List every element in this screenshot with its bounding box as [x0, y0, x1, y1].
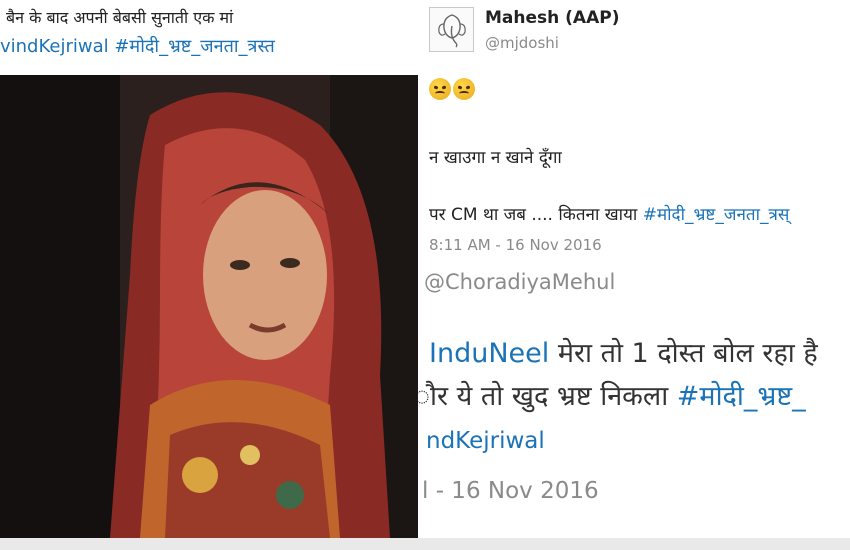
reply-line-2: ौर ये तो खुद भ्रष्ट निकला #मोदी_भ्रष्ट_: [418, 376, 806, 413]
reply-timestamp[interactable]: l - 16 Nov 2016: [422, 478, 599, 504]
reply-mention[interactable]: @ChoradiyaMehul: [424, 270, 615, 294]
author-handle[interactable]: @mjdoshi: [485, 34, 559, 52]
tweet-text: पर CM था जब .... कितना खाया: [429, 205, 643, 225]
author-name[interactable]: Mahesh (AAP): [485, 8, 619, 28]
tweet-timestamp[interactable]: 8:11 AM - 16 Nov 2016: [429, 236, 602, 254]
angry-emoji-pair: [429, 78, 475, 100]
tweet-text-line-1: न खाउगा न खाने दूँगा: [429, 148, 562, 168]
reply-text: ौर ये तो खुद भ्रष्ट निकला: [418, 381, 677, 412]
left-panel: बैन के बाद अपनी बेबसी सुनाती एक मां vind…: [0, 0, 418, 550]
angry-face-icon: [429, 78, 451, 100]
woman-photo-illustration: [0, 75, 418, 538]
hashtag-link[interactable]: #मोदी_भ्रष्ट_जनता_त्रस्: [643, 205, 790, 225]
caption-line-1: बैन के बाद अपनी बेबसी सुनाती एक मां: [6, 8, 234, 27]
news-photo: [0, 75, 418, 538]
reply-line-3-hashtag[interactable]: ndKejriwal: [426, 428, 545, 454]
ganesha-logo-icon: [437, 13, 466, 47]
tweet-panel: Mahesh (AAP) @mjdoshi न खाउगा न खाने दूँ…: [418, 0, 850, 538]
avatar[interactable]: [429, 7, 474, 52]
caption-hashtags[interactable]: vindKejriwal #मोदी_भ्रष्ट_जनता_त्रस्त: [0, 34, 275, 58]
angry-face-icon: [453, 78, 475, 100]
reply-text: मेरा तो 1 दोस्त बोल रहा है: [549, 338, 818, 369]
reply-line-1: InduNeel मेरा तो 1 दोस्त बोल रहा है: [429, 333, 818, 370]
tweet-text-line-2: पर CM था जब .... कितना खाया #मोदी_भ्रष्ट…: [429, 202, 789, 225]
bottom-divider: [0, 538, 850, 550]
reply-handle-link[interactable]: InduNeel: [429, 338, 549, 369]
reply-hashtag-link[interactable]: #मोदी_भ्रष्ट_: [677, 381, 806, 412]
